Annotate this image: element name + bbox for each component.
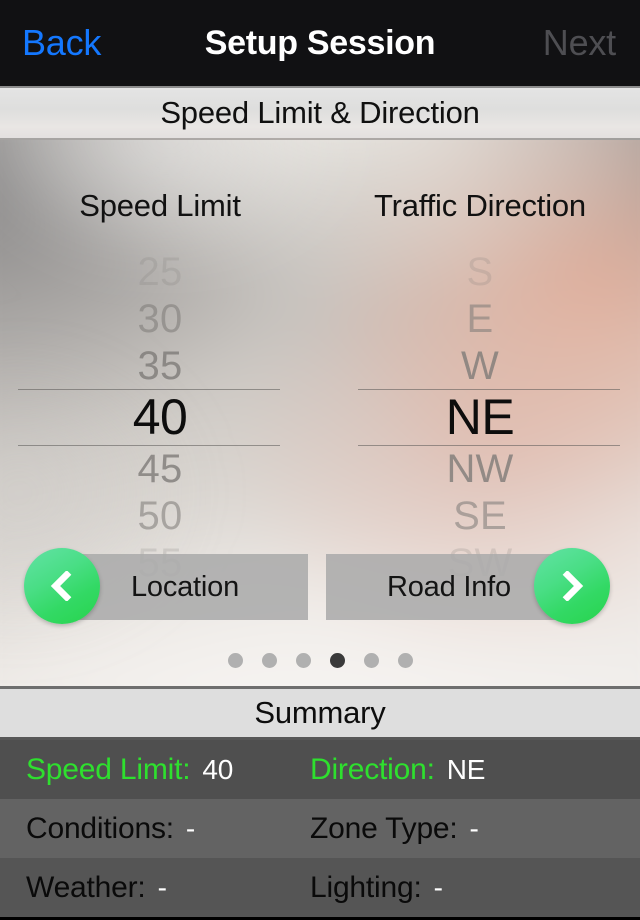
picker-option[interactable]: 50: [0, 492, 320, 539]
page-dot[interactable]: [227, 653, 243, 668]
picker-option-selected[interactable]: 40: [0, 389, 320, 445]
picker-option[interactable]: NW: [320, 445, 640, 492]
summary-row: Speed Limit: 40 Direction: NE: [0, 740, 640, 799]
selection-line-bottom: [18, 445, 280, 446]
summary-row: Weather: - Lighting: -: [0, 858, 640, 917]
summary-key: Conditions:: [26, 811, 174, 845]
page-indicator[interactable]: [0, 653, 640, 668]
picker-stage: Speed Limit Traffic Direction 25 30 35 4…: [0, 140, 640, 686]
summary-value: -: [185, 812, 196, 844]
section-header-label: Speed Limit & Direction: [160, 95, 480, 130]
step-navigation: Location Road Info: [0, 542, 640, 626]
summary-key: Zone Type:: [310, 811, 458, 845]
navigation-bar: Back Setup Session Next: [0, 0, 640, 88]
summary-key: Weather:: [26, 870, 146, 904]
summary-value: -: [469, 812, 479, 844]
summary-key: Lighting:: [310, 870, 422, 904]
page-dot[interactable]: [295, 653, 311, 668]
selection-line-top: [358, 389, 620, 390]
app-root: Back Setup Session Next Speed Limit & Di…: [0, 0, 640, 920]
page-dot[interactable]: [363, 653, 379, 668]
picker-option-selected[interactable]: NE: [320, 389, 640, 445]
summary-key: Speed Limit:: [26, 752, 191, 786]
previous-step-button[interactable]: Location: [24, 548, 308, 624]
page-dot-active[interactable]: [329, 653, 345, 668]
summary-header: Summary: [0, 686, 640, 740]
speed-limit-label: Speed Limit: [79, 188, 241, 223]
picker-option[interactable]: 35: [0, 342, 320, 389]
summary-key: Direction:: [310, 752, 435, 786]
page-dot[interactable]: [397, 653, 413, 668]
next-button[interactable]: Next: [543, 22, 616, 64]
picker-option[interactable]: SE: [320, 492, 640, 539]
traffic-direction-label: Traffic Direction: [374, 188, 586, 223]
summary-header-label: Summary: [254, 695, 386, 730]
selection-line-bottom: [358, 445, 620, 446]
summary-value: -: [433, 871, 443, 903]
summary-cell: Conditions: -: [26, 812, 195, 846]
picker-group: 25 30 35 40 45 50 55 S E: [0, 248, 640, 588]
speed-limit-picker[interactable]: 25 30 35 40 45 50 55: [0, 248, 320, 588]
next-step-button[interactable]: Road Info: [326, 548, 610, 624]
picker-option[interactable]: 45: [0, 445, 320, 492]
summary-cell: Zone Type: -: [310, 812, 479, 846]
chevron-left-icon[interactable]: [24, 548, 100, 624]
summary-row: Conditions: - Zone Type: -: [0, 799, 640, 858]
summary-cell: Weather: -: [26, 871, 167, 905]
section-header: Speed Limit & Direction: [0, 88, 640, 140]
back-button[interactable]: Back: [22, 22, 101, 64]
summary-cell: Lighting: -: [310, 871, 443, 905]
summary-rows: Speed Limit: 40 Direction: NE Conditions…: [0, 740, 640, 920]
summary-cell: Speed Limit: 40: [26, 753, 233, 787]
summary-value: -: [157, 871, 167, 903]
picker-labels: Speed Limit Traffic Direction: [0, 188, 640, 224]
picker-option[interactable]: S: [320, 248, 640, 295]
summary-value: 40: [202, 753, 234, 785]
selection-line-top: [18, 389, 280, 390]
summary-value: NE: [446, 753, 486, 785]
summary-cell: Direction: NE: [310, 753, 485, 787]
chevron-right-icon[interactable]: [534, 548, 610, 624]
picker-option[interactable]: 30: [0, 295, 320, 342]
traffic-direction-picker[interactable]: S E W NE NW SE SW: [320, 248, 640, 588]
picker-option[interactable]: 25: [0, 248, 320, 295]
picker-option[interactable]: E: [320, 295, 640, 342]
page-dot[interactable]: [261, 653, 277, 668]
picker-option[interactable]: W: [320, 342, 640, 389]
